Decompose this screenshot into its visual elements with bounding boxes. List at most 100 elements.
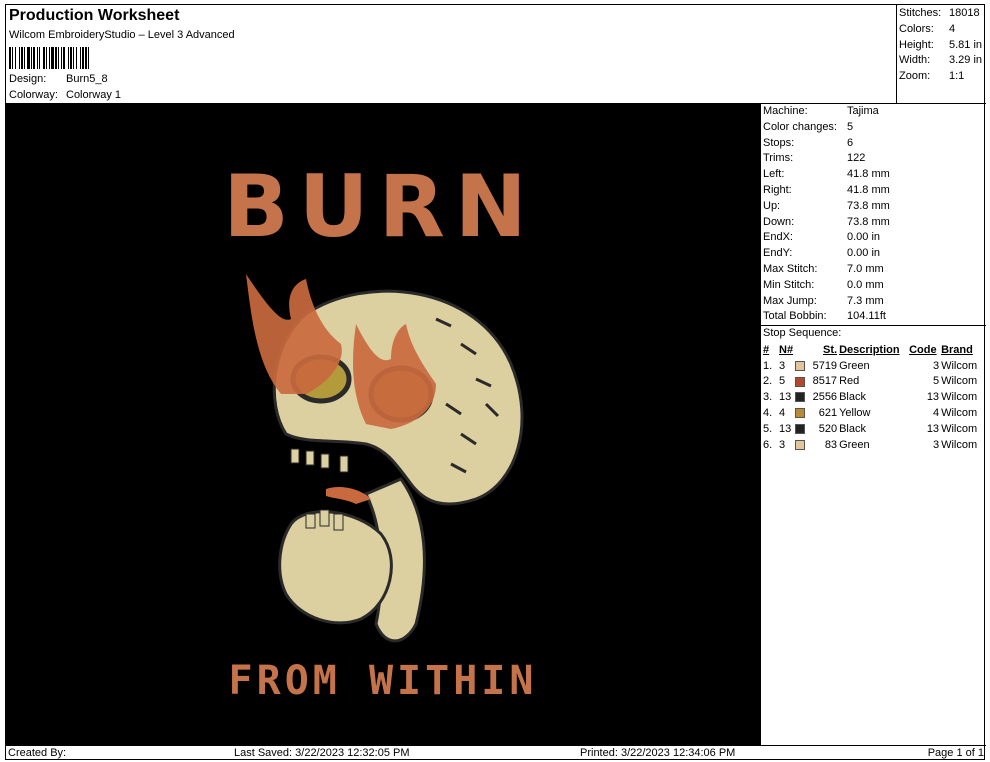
stop-swatch: [795, 374, 809, 390]
info-row: Max Jump: 7.3 mm: [763, 294, 884, 307]
color-swatch: [795, 376, 806, 387]
stop-index: 6.: [763, 438, 773, 451]
stop-brand: Wilcom: [941, 391, 978, 404]
printed-date: Printed: 3/22/2023 12:34:06 PM: [580, 747, 736, 759]
colorway-row: Colorway: Colorway 1: [9, 89, 121, 101]
worksheet-page: Production Worksheet Wilcom EmbroiderySt…: [5, 4, 986, 761]
stop-index: 4.: [763, 407, 773, 420]
created-by: Created By:: [8, 747, 67, 759]
info-row: Stops: 6: [763, 136, 854, 149]
stop-swatch: [795, 389, 809, 405]
stop-stitches: 621: [818, 407, 838, 420]
stop-brand: Wilcom: [941, 375, 978, 388]
color-swatch: [795, 392, 806, 403]
barcode-bar: [89, 47, 91, 69]
stop-code: 5: [932, 375, 940, 388]
stop-needle: 3: [779, 359, 786, 372]
stop-brand: Wilcom: [941, 438, 978, 451]
stop-code: 13: [926, 391, 940, 404]
stop-description: Green: [839, 438, 870, 451]
stop-stitches: 520: [818, 422, 838, 435]
colorway-label: Colorway:: [9, 89, 58, 101]
stat-zoom: Zoom: 1:1: [899, 70, 965, 83]
stat-width: Width: 3.29 in: [899, 54, 983, 67]
table-row: 4. 4 621 Yellow 4 Wilcom: [763, 405, 979, 421]
info-row: Down: 73.8 mm: [763, 215, 890, 228]
stop-brand: Wilcom: [941, 407, 978, 420]
worksheet-footer: Created By: Last Saved: 3/22/2023 12:32:…: [6, 745, 986, 761]
table-row: 6. 3 83 Green 3 Wilcom: [763, 437, 979, 453]
info-row: Min Stitch: 0.0 mm: [763, 278, 884, 291]
info-row: Left: 41.8 mm: [763, 168, 890, 181]
design-value: Burn5_8: [66, 73, 108, 85]
burn-title-text: BURN: [223, 157, 537, 257]
info-row: Right: 41.8 mm: [763, 183, 890, 196]
stop-code: 13: [926, 422, 940, 435]
design-name-row: Design: Burn5_8: [9, 73, 108, 85]
info-row: EndX: 0.00 in: [763, 231, 881, 244]
info-row: Machine: Tajima: [763, 105, 879, 117]
stop-swatch: [795, 421, 809, 437]
stop-table-header: # N# St. Description Code Brand: [763, 342, 979, 358]
design-preview: BURN FROM WITHIN: [6, 104, 760, 745]
stat-height: Height: 5.81 in: [899, 38, 983, 51]
stop-stitches: 5719: [812, 359, 838, 372]
summary-stats: Stitches: 18018 Colors: 4 Height: 5.81 in W…: [896, 5, 986, 104]
worksheet-header: Production Worksheet Wilcom EmbroiderySt…: [6, 5, 986, 104]
col-description: Description: [839, 343, 900, 356]
stat-stitches: Stitches: 18018: [899, 7, 980, 19]
stop-swatch: [795, 405, 809, 421]
col-brand: Brand: [941, 343, 973, 356]
stat-colors: Colors: 4: [899, 22, 956, 35]
from-within-text: FROM WITHIN: [229, 658, 538, 704]
stop-swatch: [795, 437, 809, 453]
color-swatch: [795, 408, 806, 419]
software-name: Wilcom EmbroideryStudio – Level 3 Advanc…: [9, 29, 235, 41]
color-swatch: [795, 439, 806, 450]
page-number: Page 1 of 1: [927, 747, 984, 759]
stop-code: 4: [932, 407, 940, 420]
col-needle: N#: [779, 343, 794, 356]
skull-illustration: [246, 274, 524, 643]
stop-index: 2.: [763, 375, 773, 388]
color-swatch: [795, 360, 806, 371]
info-row: Trims: 122: [763, 152, 866, 165]
stop-needle: 3: [779, 438, 786, 451]
info-row: Color changes: 5: [763, 120, 854, 133]
stop-sequence-title: Stop Sequence:: [763, 327, 842, 340]
stop-description: Yellow: [839, 407, 871, 420]
stop-brand: Wilcom: [941, 422, 978, 435]
col-code: Code: [909, 343, 937, 356]
stop-description: Green: [839, 359, 870, 372]
table-row: 2. 5 8517 Red 5 Wilcom: [763, 374, 979, 390]
table-row: 5. 13 520 Black 13 Wilcom: [763, 421, 979, 437]
stop-description: Red: [839, 375, 860, 388]
stop-needle: 4: [779, 407, 786, 420]
color-swatch: [795, 423, 806, 434]
stop-code: 3: [932, 438, 940, 451]
table-row: 1. 3 5719 Green 3 Wilcom: [763, 358, 979, 374]
stop-stitches: 83: [824, 438, 838, 451]
info-row: Total Bobbin: 104.11ft: [763, 310, 886, 323]
info-row: Up: 73.8 mm: [763, 199, 890, 212]
stop-code: 3: [932, 359, 940, 372]
table-row: 3. 13 2556 Black 13 Wilcom: [763, 389, 979, 405]
stop-stitches: 2556: [812, 391, 838, 404]
stop-sequence-table: # N# St. Description Code Brand 1. 3 5719 G…: [763, 342, 979, 453]
info-row: EndY: 0.00 in: [763, 247, 881, 260]
stop-description: Black: [839, 422, 866, 435]
stop-needle: 13: [779, 422, 792, 435]
barcode-image: [9, 47, 127, 69]
stop-needle: 5: [779, 375, 786, 388]
stop-description: Black: [839, 391, 866, 404]
col-index: #: [763, 343, 770, 356]
stop-brand: Wilcom: [941, 359, 978, 372]
info-row: Max Stitch: 7.0 mm: [763, 262, 884, 275]
stop-index: 3.: [763, 391, 773, 404]
col-stitches: St.: [823, 343, 838, 356]
stop-index: 1.: [763, 359, 773, 372]
stop-needle: 13: [779, 391, 792, 404]
col-swatch: [795, 342, 809, 358]
colorway-value: Colorway 1: [66, 89, 122, 101]
design-label: Design:: [9, 73, 47, 85]
